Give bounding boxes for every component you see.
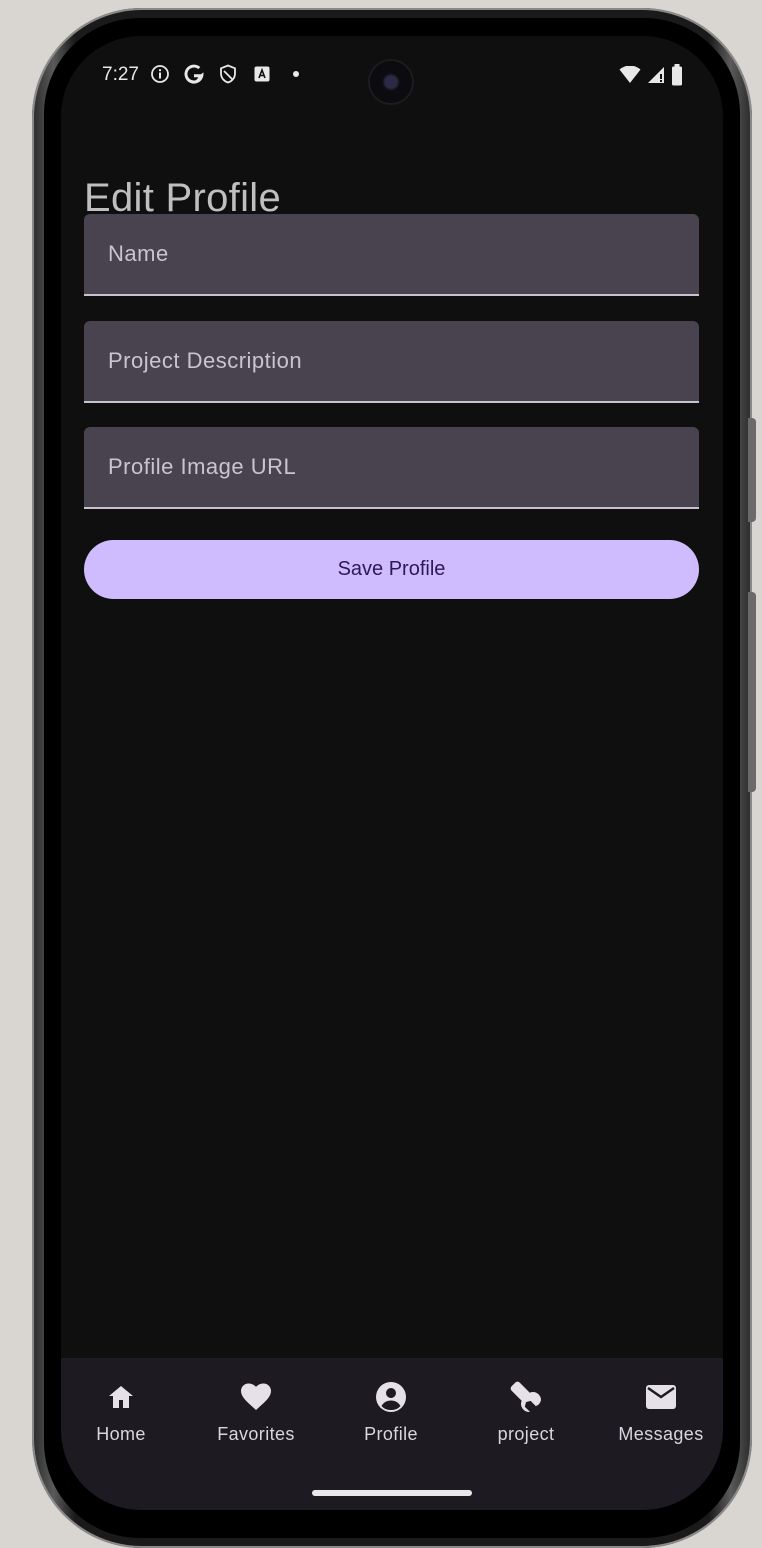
- name-field[interactable]: [84, 214, 699, 296]
- project-description-input[interactable]: [84, 321, 699, 401]
- nav-item-home[interactable]: Home: [61, 1380, 181, 1460]
- profile-image-url-input[interactable]: [84, 427, 699, 507]
- nav-label-profile: Profile: [364, 1424, 418, 1444]
- signal-icon: [647, 66, 665, 89]
- battery-icon: [671, 64, 683, 91]
- nav-item-project[interactable]: project: [466, 1380, 586, 1460]
- nav-item-messages[interactable]: Messages: [601, 1380, 721, 1460]
- account-circle-icon: [374, 1380, 408, 1414]
- name-input[interactable]: [84, 214, 699, 294]
- gesture-home-bar[interactable]: [312, 1490, 472, 1496]
- wrench-icon: [509, 1380, 543, 1414]
- google-icon: [183, 62, 205, 86]
- home-icon: [104, 1380, 138, 1414]
- mail-icon: [644, 1380, 678, 1414]
- status-time: 7:27: [102, 64, 139, 85]
- save-profile-button[interactable]: Save Profile: [84, 540, 699, 599]
- nav-label-home: Home: [96, 1424, 146, 1444]
- volume-button: [748, 418, 756, 522]
- nav-label-favorites: Favorites: [217, 1424, 295, 1444]
- keyboard-icon: [251, 62, 273, 86]
- project-description-field[interactable]: [84, 321, 699, 403]
- nav-item-favorites[interactable]: Favorites: [196, 1380, 316, 1460]
- wifi-icon: [619, 65, 641, 89]
- profile-image-url-field[interactable]: [84, 427, 699, 509]
- power-button: [748, 592, 756, 792]
- info-icon: [149, 62, 171, 86]
- dot-icon: [285, 62, 307, 86]
- screen: 7:27 Edit Profile Name Project Descripti…: [61, 36, 723, 1510]
- nav-label-messages: Messages: [618, 1424, 704, 1444]
- nav-label-project: project: [497, 1424, 555, 1444]
- front-camera: [370, 61, 412, 103]
- nav-item-profile[interactable]: Profile: [331, 1380, 451, 1460]
- status-bar: 7:27: [61, 36, 723, 116]
- bottom-navigation: Home Favorites Profile project Messages: [61, 1358, 723, 1510]
- heart-icon: [239, 1380, 273, 1414]
- shield-icon: [217, 62, 239, 86]
